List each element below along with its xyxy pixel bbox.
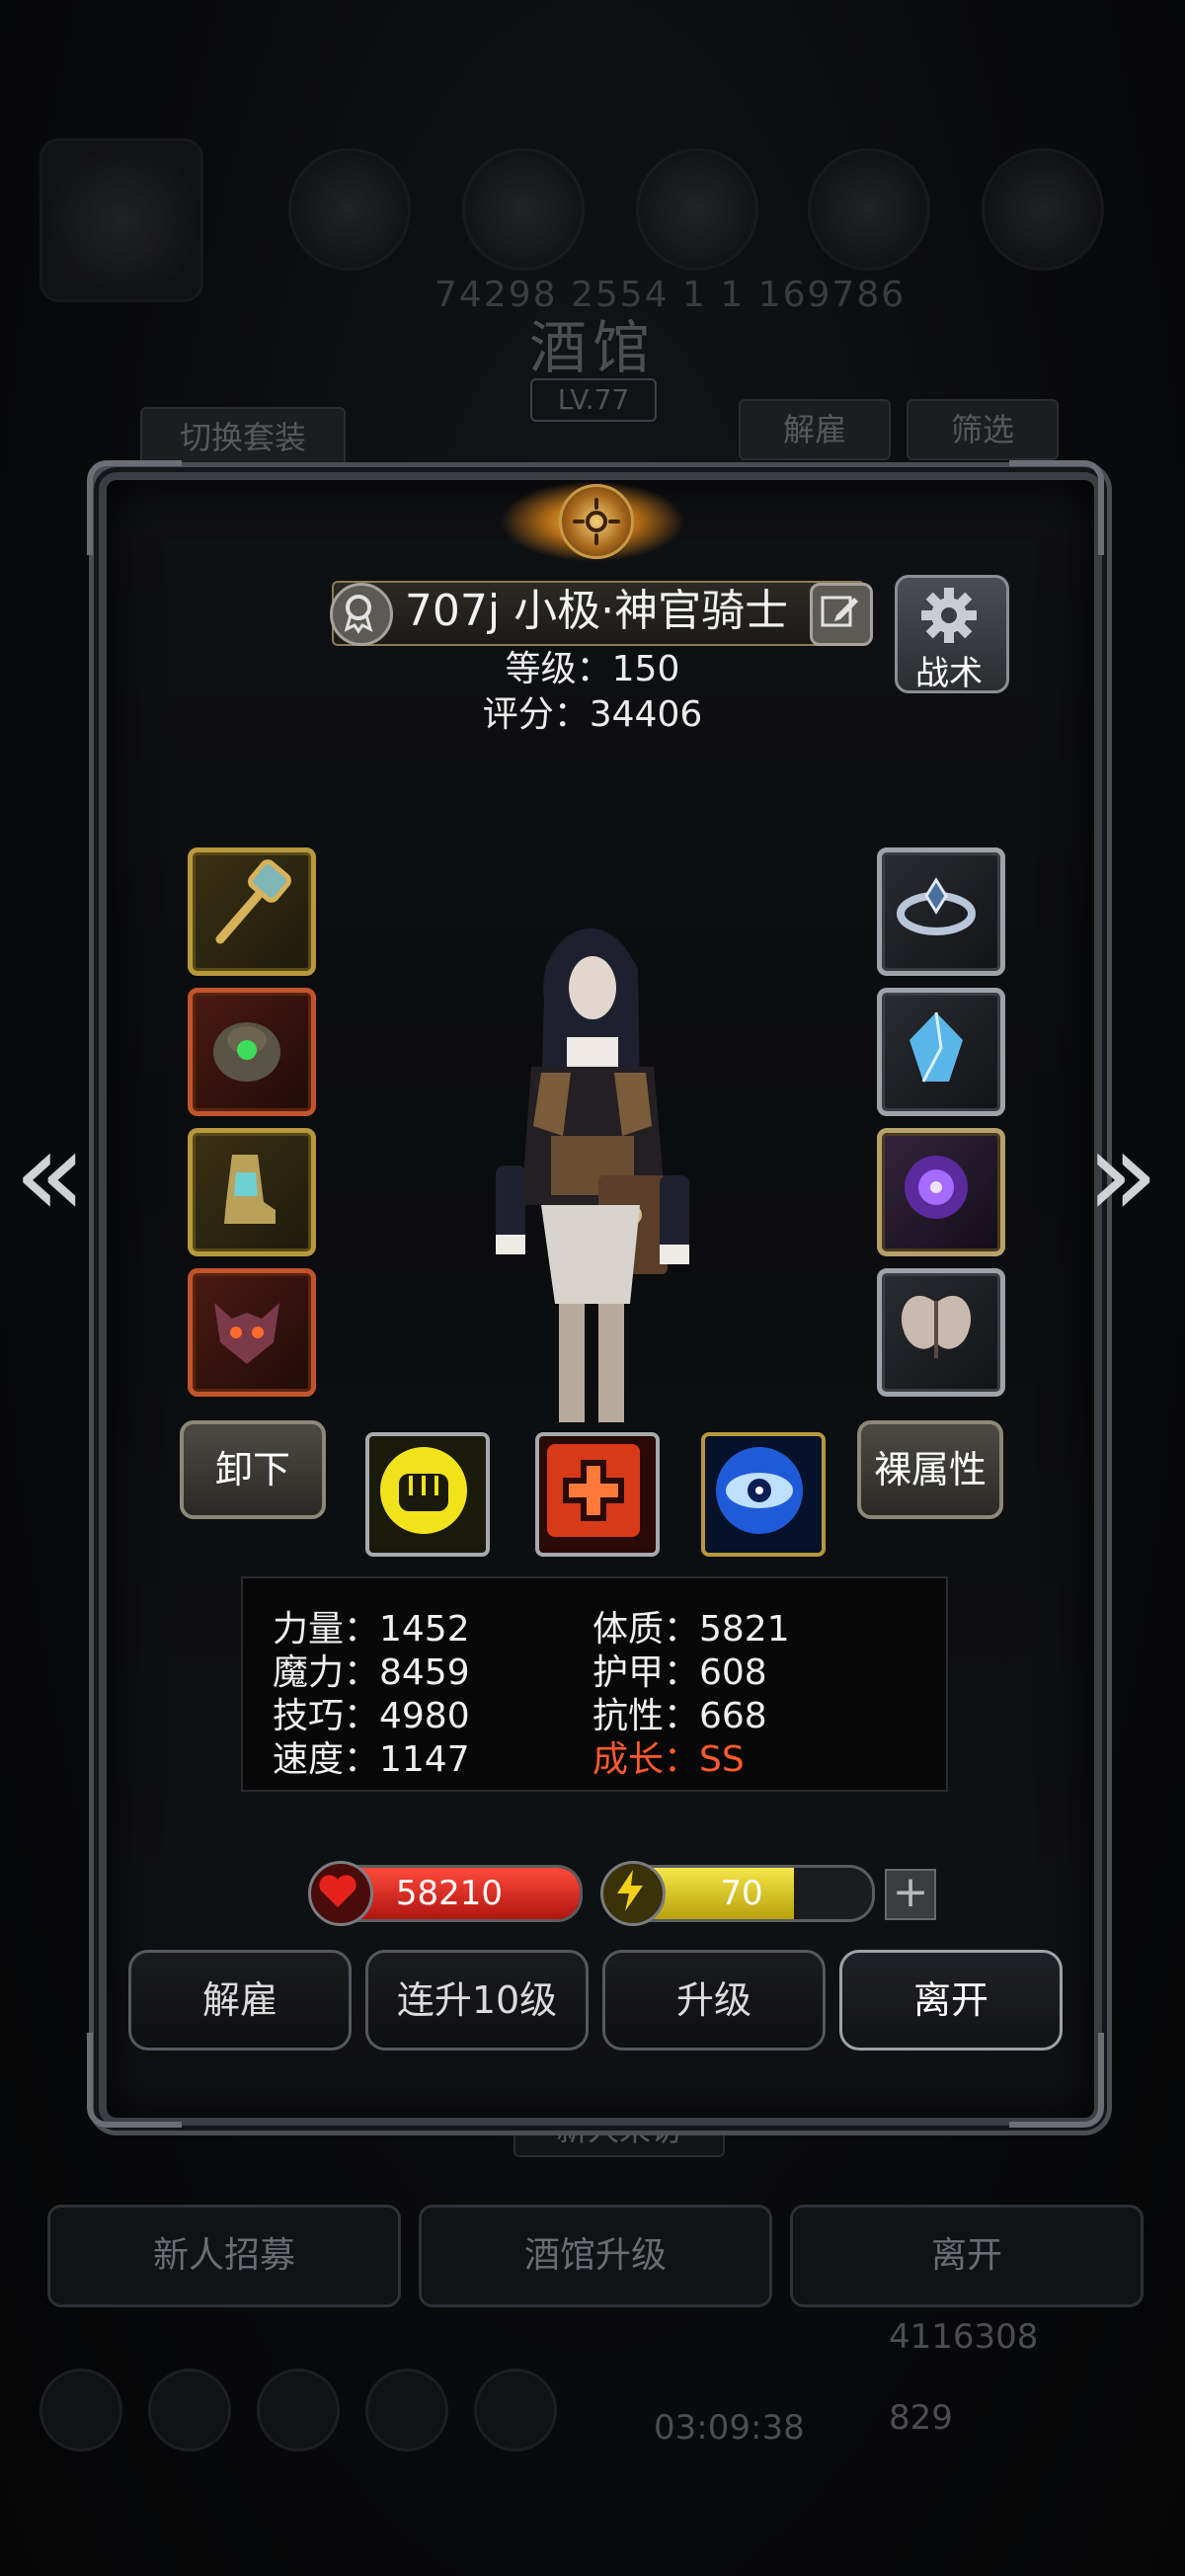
- tavern-level: LV.77: [530, 378, 657, 422]
- attr-growth: 成长：SS: [592, 1739, 745, 1780]
- lightning-icon: [600, 1861, 666, 1926]
- bottom-menu-icon: [148, 2369, 231, 2452]
- gift-timer: 03:09:38: [654, 2408, 805, 2448]
- equip-slot-ring[interactable]: [877, 847, 1005, 976]
- gold-amount: 4116308: [889, 2317, 1039, 2357]
- leave-button[interactable]: 离开: [839, 1950, 1063, 2051]
- boots-icon: [224, 1155, 276, 1224]
- switch-outfit-button: 切换套装: [140, 407, 346, 468]
- armor-icon: [213, 1022, 280, 1082]
- wings-icon: [901, 1295, 972, 1358]
- equip-slot-armor[interactable]: [188, 988, 316, 1116]
- crystal-icon: [909, 1011, 963, 1083]
- hero-name: 707j 小极·神官骑士: [404, 586, 789, 636]
- frame-corner: [1009, 460, 1104, 555]
- equip-slot-boots[interactable]: [188, 1128, 316, 1256]
- skill-slot-1[interactable]: [365, 1432, 490, 1557]
- equip-slot-helm[interactable]: [188, 1268, 316, 1397]
- heal-cross-skill-icon: [547, 1444, 640, 1537]
- page-title: 酒馆: [528, 314, 656, 381]
- hero-score: 评分：34406: [482, 694, 703, 735]
- skill-slot-2[interactable]: [535, 1432, 660, 1557]
- filter-button: 筛选: [907, 399, 1059, 460]
- level-up-10-button[interactable]: 连升10级: [365, 1950, 589, 2051]
- frame-corner: [87, 460, 182, 555]
- skill-slot-3[interactable]: [701, 1432, 826, 1557]
- upgrade-button[interactable]: 升级: [602, 1950, 826, 2051]
- staff-icon: [215, 859, 291, 944]
- unequip-button[interactable]: 卸下: [180, 1420, 326, 1519]
- gem-amount: 829: [889, 2398, 953, 2438]
- naked-attributes-button[interactable]: 裸属性: [857, 1420, 1003, 1519]
- next-hero-arrow-icon[interactable]: »: [1086, 1116, 1158, 1235]
- menu-icon: [808, 148, 930, 271]
- demon-helm-icon: [214, 1303, 279, 1364]
- edit-name-icon[interactable]: [810, 583, 873, 646]
- heart-icon: [308, 1861, 373, 1926]
- bg-dismiss-button: 解雇: [739, 399, 891, 460]
- eye-skill-icon: [716, 1447, 803, 1534]
- equip-slot-wings[interactable]: [877, 1268, 1005, 1397]
- avatar: [40, 138, 203, 302]
- menu-icon: [982, 148, 1104, 271]
- tavern-upgrade-button: 酒馆升级: [419, 2205, 772, 2307]
- bottom-menu-icon: [40, 2369, 122, 2452]
- bottom-menu-icon: [257, 2369, 340, 2452]
- equip-slot-crystal[interactable]: [877, 988, 1005, 1116]
- menu-icon: [288, 148, 411, 271]
- dismiss-button[interactable]: 解雇: [128, 1950, 352, 2051]
- prev-hero-arrow-icon[interactable]: «: [14, 1116, 86, 1235]
- fist-skill-icon: [380, 1447, 467, 1534]
- menu-icon: [462, 148, 585, 271]
- tactics-label: 战术: [915, 654, 983, 693]
- bottom-menu-icon: [474, 2369, 557, 2452]
- ring-icon: [897, 877, 976, 935]
- equip-slot-orb[interactable]: [877, 1128, 1005, 1256]
- recruit-button: 新人招募: [47, 2205, 401, 2307]
- bg-leave-button: 离开: [790, 2205, 1144, 2307]
- menu-icon: [636, 148, 758, 271]
- hero-portrait: [496, 928, 689, 1422]
- gear-icon: [921, 588, 977, 643]
- attr-speed: 速度：1147: [273, 1739, 470, 1780]
- equip-slot-weapon[interactable]: [188, 847, 316, 976]
- bottom-menu-icon: [365, 2369, 448, 2452]
- add-energy-button[interactable]: +: [885, 1869, 936, 1920]
- orb-icon: [905, 1156, 968, 1219]
- sun-emblem-icon: [559, 484, 634, 559]
